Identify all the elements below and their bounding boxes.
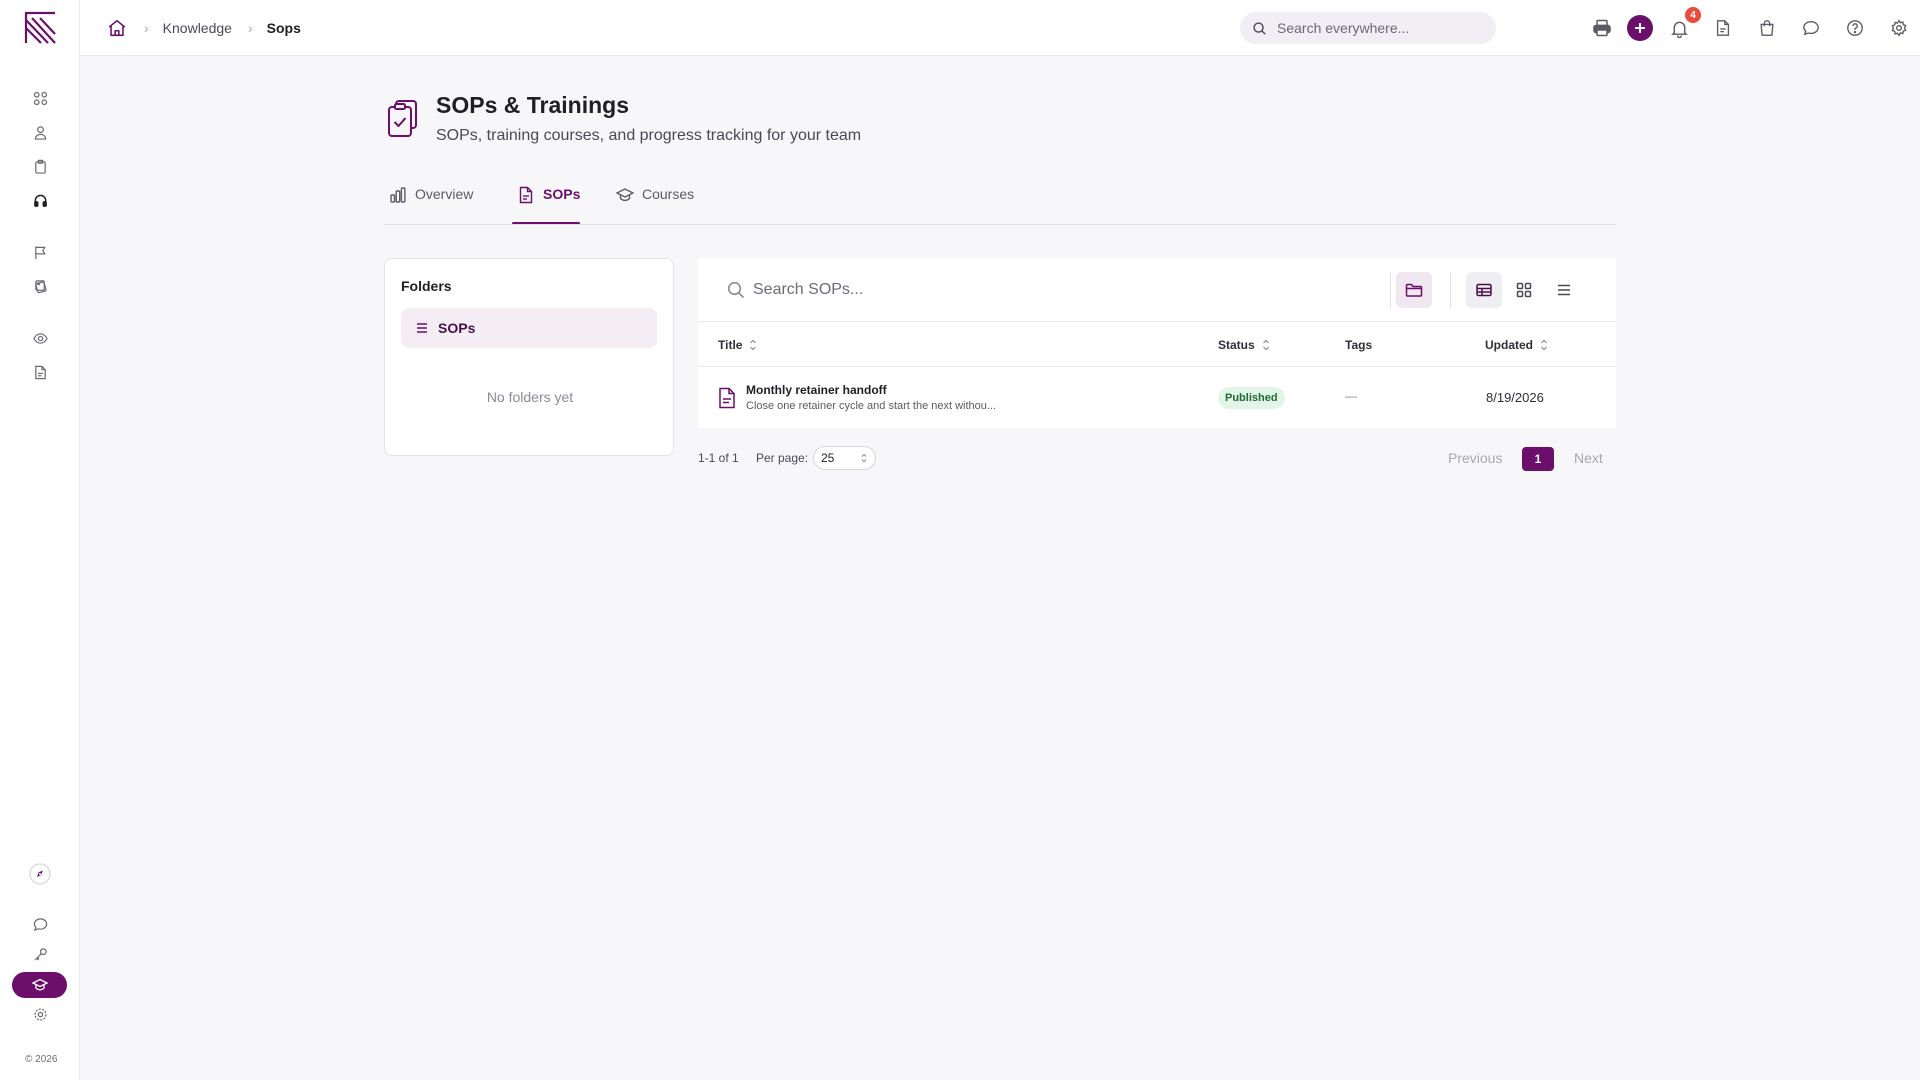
flag-icon[interactable] <box>28 240 52 264</box>
previous-page-button[interactable]: Previous <box>1448 450 1502 466</box>
bar-chart-icon <box>389 186 407 204</box>
file-icon[interactable] <box>28 360 52 384</box>
chat-icon[interactable] <box>28 912 52 936</box>
next-page-button[interactable]: Next <box>1574 450 1603 466</box>
chevron-right-icon: › <box>247 20 253 36</box>
sops-search-input[interactable] <box>753 276 1353 304</box>
table-icon <box>1476 283 1492 297</box>
tab-sops-label: SOPs <box>543 186 581 202</box>
clipboard-check-icon <box>386 98 422 138</box>
sidebar: © 2026 <box>0 0 80 1080</box>
tabs-divider <box>384 224 1616 225</box>
tab-courses-label: Courses <box>642 186 695 202</box>
page-subtitle: SOPs, training courses, and progress tra… <box>436 127 862 144</box>
sops-toolbar <box>698 258 1616 322</box>
folder-item-sops[interactable]: SOPs <box>401 308 657 348</box>
global-search-input[interactable] <box>1277 20 1477 36</box>
printer-icon[interactable] <box>1590 16 1614 40</box>
shopping-bag-icon[interactable] <box>1755 16 1779 40</box>
help-icon[interactable] <box>1843 16 1867 40</box>
per-page-value: 25 <box>821 451 835 465</box>
person-icon[interactable] <box>28 120 52 144</box>
copyright-text: © 2026 <box>25 1054 58 1065</box>
search-icon <box>1252 21 1267 36</box>
sop-tags: — <box>1345 389 1357 403</box>
settings-icon[interactable] <box>28 1002 52 1026</box>
status-badge: Published <box>1218 387 1285 409</box>
sort-icon <box>748 338 758 352</box>
folders-empty-text: No folders yet <box>486 389 574 405</box>
sop-updated-date: 8/19/2026 <box>1486 390 1544 405</box>
folder-icon <box>1405 283 1423 297</box>
notification-badge: 4 <box>1685 7 1701 23</box>
chevron-right-icon: › <box>144 20 149 36</box>
search-icon <box>726 280 746 300</box>
sop-title[interactable]: Monthly retainer handoff <box>746 383 887 397</box>
graduation-cap-icon[interactable] <box>12 972 67 998</box>
rocket-icon[interactable] <box>28 862 52 886</box>
tab-overview-label: Overview <box>415 186 474 202</box>
app-logo[interactable] <box>22 10 58 46</box>
column-tags-label: Tags <box>1345 338 1373 352</box>
column-title-label: Title <box>718 338 743 352</box>
grid-icon <box>1516 282 1532 298</box>
global-search[interactable] <box>1240 12 1496 44</box>
page-title: SOPs & Trainings <box>436 92 629 118</box>
list-icon <box>1558 284 1570 296</box>
top-bar: › Knowledge › Sops 4 MC <box>80 0 1920 56</box>
toolbar-divider <box>1390 272 1391 308</box>
breadcrumb: › Knowledge › Sops <box>106 16 301 40</box>
document-icon[interactable] <box>1711 16 1735 40</box>
eye-icon[interactable] <box>28 326 52 350</box>
list-icon <box>414 320 430 336</box>
clipboard-icon[interactable] <box>28 154 52 178</box>
graduation-cap-icon <box>616 186 634 204</box>
tab-sops[interactable]: SOPs <box>517 186 580 224</box>
toolbar-divider <box>1450 272 1451 308</box>
table-view-button[interactable] <box>1466 272 1502 308</box>
folders-panel: Folders SOPs No folders yet <box>384 258 674 456</box>
per-page-label: Per page: <box>756 451 809 465</box>
tab-overview[interactable]: Overview <box>389 186 473 224</box>
table-row[interactable]: Monthly retainer handoff Close one retai… <box>698 367 1616 428</box>
chat-bubble-icon[interactable] <box>1799 16 1823 40</box>
folders-heading: Folders <box>401 278 452 294</box>
sops-table-header: Title Status Tags Updated <box>698 322 1616 367</box>
per-page-select[interactable]: 25 <box>813 446 876 470</box>
breadcrumb-current: Sops <box>266 20 301 36</box>
document-icon <box>517 186 535 204</box>
headset-icon[interactable] <box>28 188 52 212</box>
folder-toggle-button[interactable] <box>1396 272 1432 308</box>
list-view-button[interactable] <box>1546 272 1582 308</box>
tag-stack-icon[interactable] <box>28 274 52 298</box>
home-icon[interactable] <box>106 17 128 39</box>
column-header-title[interactable]: Title <box>718 338 758 352</box>
gear-icon[interactable] <box>1887 16 1911 40</box>
document-icon <box>718 387 736 409</box>
tab-courses[interactable]: Courses <box>616 186 694 224</box>
folder-item-label: SOPs <box>438 320 476 336</box>
apps-icon[interactable] <box>28 86 52 110</box>
sop-description: Close one retainer cycle and start the n… <box>746 400 997 412</box>
column-header-status[interactable]: Status <box>1218 338 1271 352</box>
pagination-count: 1-1 of 1 <box>698 451 739 465</box>
key-icon[interactable] <box>28 942 52 966</box>
create-button[interactable] <box>1627 15 1653 41</box>
sort-icon <box>1539 338 1549 352</box>
column-header-updated[interactable]: Updated <box>1485 338 1549 352</box>
column-updated-label: Updated <box>1485 338 1533 352</box>
sort-icon <box>1261 338 1271 352</box>
breadcrumb-knowledge[interactable]: Knowledge <box>163 20 232 36</box>
grid-view-button[interactable] <box>1506 272 1542 308</box>
page-number-button[interactable]: 1 <box>1522 447 1554 471</box>
column-status-label: Status <box>1218 338 1255 352</box>
plus-icon <box>1635 23 1645 33</box>
column-header-tags: Tags <box>1345 338 1372 352</box>
select-arrows-icon <box>861 452 867 464</box>
